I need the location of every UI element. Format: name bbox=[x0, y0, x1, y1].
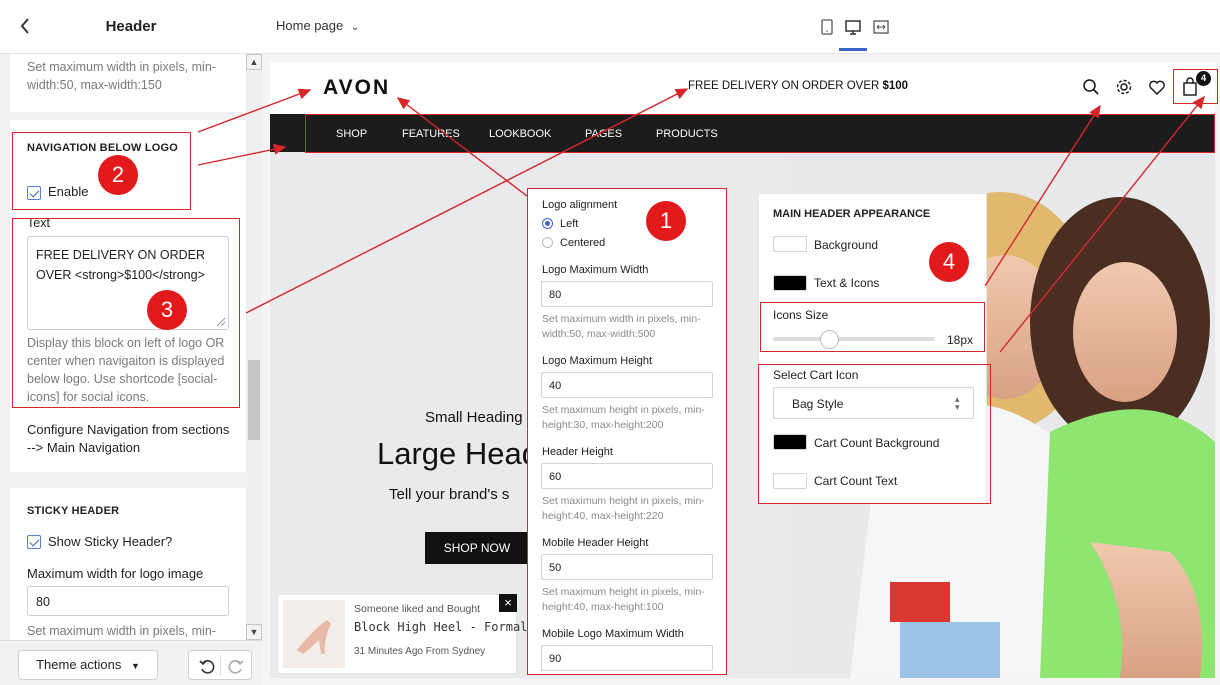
annotation-badge-3: 3 bbox=[147, 290, 187, 330]
annotation-badge-2: 2 bbox=[98, 155, 138, 195]
annotation-arrows bbox=[197, 88, 1205, 353]
annotation-badge-1: 1 bbox=[646, 201, 686, 241]
annotation-badge-4: 4 bbox=[929, 242, 969, 282]
